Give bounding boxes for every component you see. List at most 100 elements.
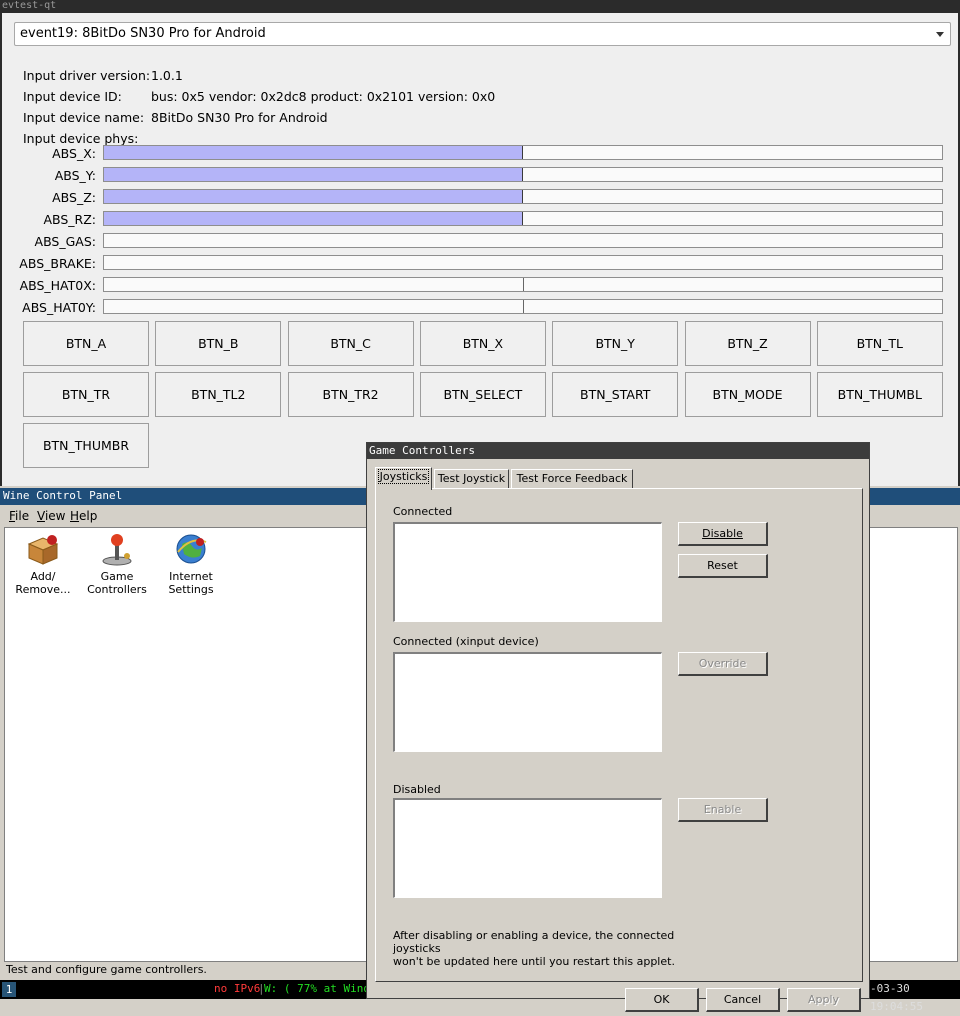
- axis-label: ABS_GAS:: [34, 234, 96, 249]
- tab-test-joystick[interactable]: Test Joystick: [434, 469, 509, 489]
- xinput-listbox[interactable]: [393, 652, 662, 752]
- axis-bar: [103, 299, 943, 314]
- button-indicator-btn-b: BTN_B: [155, 321, 282, 366]
- info-label: Input driver version:: [23, 68, 151, 83]
- menu-view-accel: V: [37, 509, 45, 523]
- workspace-button[interactable]: 1: [2, 982, 16, 997]
- axis-label: ABS_X:: [52, 146, 96, 161]
- axis-bar: [103, 189, 943, 204]
- button-indicator-btn-start: BTN_START: [552, 372, 679, 417]
- device-select-value: event19: 8BitDo SN30 Pro for Android: [20, 26, 266, 41]
- connected-listbox[interactable]: [393, 522, 662, 622]
- cancel-button[interactable]: Cancel: [706, 988, 780, 1012]
- button-indicator-btn-y: BTN_Y: [552, 321, 679, 366]
- tab-test-joystick-label: Test Joystick: [437, 472, 506, 485]
- axis-label: ABS_Z:: [52, 190, 96, 205]
- info-value: 8BitDo SN30 Pro for Android: [151, 110, 328, 125]
- connected-label: Connected: [393, 505, 453, 518]
- tab-test-force-feedback-label: Test Force Feedback: [516, 472, 628, 485]
- axis-center-mark: [523, 278, 524, 291]
- ok-button[interactable]: OK: [625, 988, 699, 1012]
- button-indicator-btn-c: BTN_C: [287, 321, 414, 366]
- axis-fill: [104, 168, 523, 181]
- button-indicator-btn-tr: BTN_TR: [23, 372, 149, 417]
- axis-center-mark: [523, 300, 524, 313]
- info-label: Input device name:: [23, 110, 145, 125]
- override-button-label: Override: [698, 657, 747, 670]
- axis-label: ABS_HAT0Y:: [22, 300, 96, 315]
- info-value: bus: 0x5 vendor: 0x2dc8 product: 0x2101 …: [151, 89, 496, 104]
- applet-game-controllers[interactable]: Game Controllers: [79, 532, 155, 596]
- joystick-icon: [100, 532, 134, 566]
- axis-bar: [103, 211, 943, 226]
- reset-button[interactable]: Reset: [678, 554, 768, 578]
- button-indicator-btn-select: BTN_SELECT: [419, 372, 546, 417]
- tab-joysticks[interactable]: Joysticks: [375, 467, 432, 490]
- evtest-window: event19: 8BitDo SN30 Pro for Android Inp…: [0, 13, 960, 486]
- axis-fill: [104, 190, 523, 203]
- info-value: 1.0.1: [151, 68, 183, 83]
- applet-internet-settings-label1: Internet: [169, 570, 213, 583]
- button-indicator-btn-thumbl: BTN_THUMBL: [816, 372, 943, 417]
- apply-button-label: Apply: [807, 993, 840, 1006]
- applet-game-controllers-label1: Game: [100, 570, 134, 583]
- menu-view-label: iew: [44, 509, 66, 523]
- enable-button[interactable]: Enable: [678, 798, 768, 822]
- button-indicator-btn-tl: BTN_TL: [816, 321, 943, 366]
- axis-fill: [104, 146, 523, 159]
- info-label: Input device phys:: [23, 131, 139, 146]
- status-datetime: -03-30 19:04:55: [870, 982, 923, 1013]
- menu-file[interactable]: File: [9, 509, 29, 523]
- disable-button-label: Disable: [702, 527, 743, 540]
- status-ipv6: no IPv6: [214, 982, 261, 995]
- menu-help[interactable]: Help: [70, 509, 97, 523]
- cancel-button-label: Cancel: [723, 993, 762, 1006]
- xinput-label: Connected (xinput device): [393, 635, 539, 648]
- device-select[interactable]: event19: 8BitDo SN30 Pro for Android: [14, 22, 951, 46]
- axis-bar: [103, 167, 943, 182]
- override-button[interactable]: Override: [678, 652, 768, 676]
- axis-label: ABS_RZ:: [43, 212, 96, 227]
- applet-internet-settings-label2: Settings: [168, 583, 214, 596]
- button-indicator-btn-tr2: BTN_TR2: [287, 372, 414, 417]
- apply-button[interactable]: Apply: [787, 988, 861, 1012]
- disabled-label: Disabled: [393, 783, 441, 796]
- menu-help-accel: H: [70, 509, 80, 523]
- dialog-title: Game Controllers: [367, 443, 869, 459]
- disabled-listbox[interactable]: [393, 798, 662, 898]
- applet-add-remove-label1: Add/: [30, 570, 56, 583]
- axis-bar: [103, 145, 943, 160]
- ok-button-label: OK: [653, 993, 670, 1006]
- axis-label: ABS_BRAKE:: [19, 256, 96, 271]
- applet-add-remove[interactable]: Add/ Remove...: [5, 532, 81, 596]
- enable-button-label: Enable: [703, 803, 742, 816]
- evtest-window-title: evtest-qt: [0, 0, 960, 13]
- applet-internet-settings[interactable]: Internet Settings: [153, 532, 229, 596]
- applet-game-controllers-label2: Controllers: [87, 583, 147, 596]
- button-indicator-btn-thumbr: BTN_THUMBR: [23, 423, 149, 468]
- button-indicator-btn-a: BTN_A: [23, 321, 149, 366]
- reset-button-label: Reset: [707, 559, 738, 572]
- tab-joysticks-label: Joysticks: [377, 469, 430, 484]
- menu-view[interactable]: View: [37, 509, 65, 523]
- chevron-down-icon[interactable]: [936, 32, 944, 37]
- restart-note-line2: won't be updated here until you restart …: [393, 955, 675, 968]
- button-indicator-btn-tl2: BTN_TL2: [155, 372, 282, 417]
- status-wifi: W: ( 77% at Winds: [264, 982, 377, 995]
- axis-bar: [103, 255, 943, 270]
- button-indicator-btn-x: BTN_X: [419, 321, 546, 366]
- restart-note: After disabling or enabling a device, th…: [393, 929, 713, 968]
- restart-note-line1: After disabling or enabling a device, th…: [393, 929, 675, 955]
- menu-help-label: elp: [79, 509, 98, 523]
- globe-icon: [174, 532, 208, 566]
- axis-fill: [104, 212, 523, 225]
- button-indicator-btn-z: BTN_Z: [684, 321, 811, 366]
- tab-test-force-feedback[interactable]: Test Force Feedback: [511, 469, 633, 489]
- applet-add-remove-label2: Remove...: [15, 583, 71, 596]
- disable-button[interactable]: Disable: [678, 522, 768, 546]
- button-indicator-btn-mode: BTN_MODE: [684, 372, 811, 417]
- game-controllers-dialog: Game Controllers Joysticks Test Joystick…: [366, 442, 870, 1012]
- axis-bar: [103, 277, 943, 292]
- axis-bar: [103, 233, 943, 248]
- menu-file-label: ile: [15, 509, 30, 523]
